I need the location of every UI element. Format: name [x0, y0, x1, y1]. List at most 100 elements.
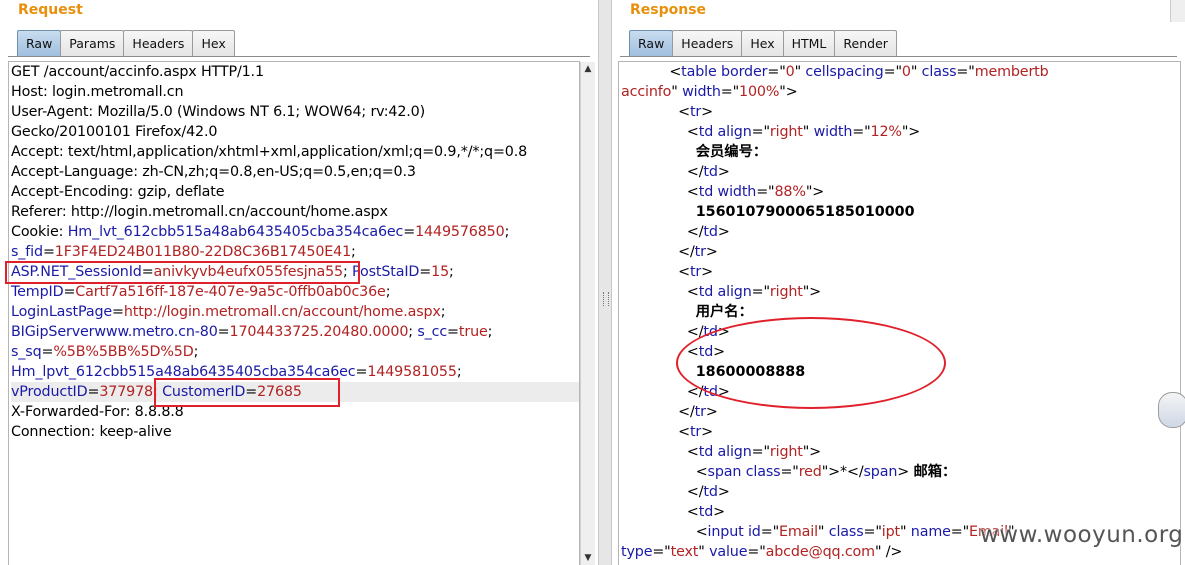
- tab-raw[interactable]: Raw: [629, 30, 674, 56]
- cookie-key: s_cc: [417, 324, 448, 340]
- tab-params[interactable]: Params: [60, 30, 125, 56]
- request-line-text: Accept: text/html,application/xhtml+xml,…: [11, 144, 528, 160]
- cookie-value: Cartf7a516ff-187e-407e-9a5c-0ffb0ab0c36e: [75, 284, 386, 300]
- code-string: right: [769, 444, 803, 460]
- code-line: 用户名：: [621, 302, 1180, 322]
- cookie-value: 1449581055: [367, 364, 457, 380]
- tab-raw[interactable]: Raw: [17, 30, 62, 56]
- code-attr: class: [828, 524, 864, 540]
- cookie-key: s_sq: [11, 344, 42, 360]
- code-line: <tr>: [621, 104, 713, 120]
- customer-id-highlight-box: [154, 378, 340, 407]
- code-line: <td>: [621, 504, 725, 520]
- code-line: 1560107900065185010000: [621, 202, 1180, 222]
- request-line-text: Host: login.metromall.cn: [11, 84, 184, 100]
- cookie-key: BIGipServerwww.metro.cn-80: [11, 324, 218, 340]
- response-pane: Response Raw Headers Hex HTML Render <ta…: [612, 0, 1185, 565]
- tab-underline: [8, 56, 590, 57]
- request-line-text: Gecko/20100101 Firefox/42.0: [11, 124, 218, 140]
- response-title: Response: [630, 2, 707, 18]
- code-line: <tr>: [621, 424, 713, 440]
- required-asterisk: *: [839, 464, 847, 480]
- request-line: Connection: keep-alive: [11, 422, 579, 442]
- code-string: 100%: [739, 84, 780, 100]
- code-attr: width: [682, 84, 721, 100]
- code-tag: tr: [694, 244, 706, 260]
- scroll-up-button[interactable]: [1170, 0, 1185, 22]
- tab-html[interactable]: HTML: [782, 30, 836, 56]
- cookie-value: 1704433725.20480.0000: [229, 324, 409, 340]
- tab-headers[interactable]: Headers: [123, 30, 194, 56]
- code-line: <span class="red">*</span> 邮箱：: [621, 464, 957, 480]
- request-line-text: Accept-Encoding: gzip, deflate: [11, 184, 225, 200]
- code-string: membertb: [974, 64, 1049, 80]
- request-line: Accept-Encoding: gzip, deflate: [11, 182, 579, 202]
- request-line: GET /account/accinfo.aspx HTTP/1.1: [11, 62, 579, 82]
- cookie-value: true: [458, 324, 488, 340]
- code-attr: class: [921, 64, 957, 80]
- code-string: 12%: [870, 124, 902, 140]
- tab-headers[interactable]: Headers: [672, 30, 743, 56]
- code-tag: td: [698, 124, 714, 140]
- cookie-label: Cookie:: [11, 224, 68, 240]
- code-attr: align: [717, 444, 752, 460]
- code-tag: tr: [689, 424, 702, 440]
- code-tag: span: [863, 464, 898, 480]
- request-line: Gecko/20100101 Firefox/42.0: [11, 122, 579, 142]
- code-line: <tr>: [621, 264, 713, 280]
- code-attr: cellspacing: [805, 64, 884, 80]
- code-attr: name: [910, 524, 951, 540]
- cookie-line: Cookie: Hm_lvt_612cbb515a48ab6435405cba3…: [11, 224, 510, 240]
- cookie-value: %5B%5BB%5D%5D: [53, 344, 194, 360]
- scroll-down-icon[interactable]: ▼: [583, 553, 593, 563]
- request-line-text: Accept-Language: zh-CN,zh;q=0.8,en-US;q=…: [11, 164, 416, 180]
- code-attr: align: [717, 284, 752, 300]
- response-tabs: Raw Headers Hex HTML Render: [629, 30, 897, 57]
- code-line: <td align="right">: [621, 284, 822, 300]
- code-tag: td: [703, 164, 718, 180]
- cookie-value: http://login.metromall.cn/account/home.a…: [123, 304, 441, 320]
- cookie-line: TempID=Cartf7a516ff-187e-407e-9a5c-0ffb0…: [11, 284, 391, 300]
- code-tag: tr: [694, 404, 706, 420]
- request-line: Host: login.metromall.cn: [11, 82, 579, 102]
- code-attr: class: [745, 464, 781, 480]
- tab-hex[interactable]: Hex: [741, 30, 784, 56]
- code-string: right: [769, 284, 803, 300]
- email-value: abcde@qq.com: [765, 544, 875, 560]
- session-highlight-box: [5, 261, 360, 284]
- request-tabs: Raw Params Headers Hex: [17, 30, 235, 57]
- code-tag: table: [681, 64, 717, 80]
- divider-grip-icon[interactable]: [603, 292, 609, 306]
- code-tag: tr: [689, 264, 702, 280]
- username-label: 用户名：: [695, 304, 753, 320]
- pane-divider[interactable]: [598, 0, 612, 565]
- code-line: </tr>: [621, 404, 718, 420]
- code-attr: id: [747, 524, 761, 540]
- cookie-key: s_fid: [11, 244, 43, 260]
- scroll-knob-icon[interactable]: [1158, 392, 1185, 428]
- code-line: accinfo" width="100%">: [621, 84, 798, 100]
- request-editor[interactable]: GET /account/accinfo.aspx HTTP/1.1 Host:…: [8, 61, 580, 565]
- code-line: 会员编号：: [621, 142, 1180, 162]
- scroll-up-icon[interactable]: ▲: [583, 64, 593, 74]
- code-tag: span: [707, 464, 742, 480]
- cookie-value: 377978: [99, 384, 154, 400]
- response-lines: <table border="0" cellspacing="0" class=…: [619, 62, 1180, 562]
- code-line: </td>: [621, 224, 730, 240]
- cookie-key: vProductID: [11, 384, 88, 400]
- code-string: red: [798, 464, 822, 480]
- code-attr: type: [621, 544, 653, 560]
- member-no-value: 1560107900065185010000: [695, 204, 915, 220]
- watermark: www.wooyun.org: [980, 522, 1184, 548]
- request-scrollbar[interactable]: ▲ ▼: [580, 62, 595, 565]
- tab-hex[interactable]: Hex: [192, 30, 235, 56]
- code-tag: tr: [689, 104, 702, 120]
- cookie-line: LoginLastPage=http://login.metromall.cn/…: [11, 304, 446, 320]
- code-tag: td: [698, 504, 714, 520]
- code-line: <table border="0" cellspacing="0" class=…: [621, 64, 1049, 80]
- response-editor[interactable]: <table border="0" cellspacing="0" class=…: [618, 61, 1181, 565]
- tab-render[interactable]: Render: [834, 30, 897, 56]
- cookie-line: s_fid=1F3F4ED24B011B80-22D8C36B17450E41;: [11, 244, 356, 260]
- code-attr: width: [717, 184, 757, 200]
- code-line: <td align="right" width="12%">: [621, 124, 921, 140]
